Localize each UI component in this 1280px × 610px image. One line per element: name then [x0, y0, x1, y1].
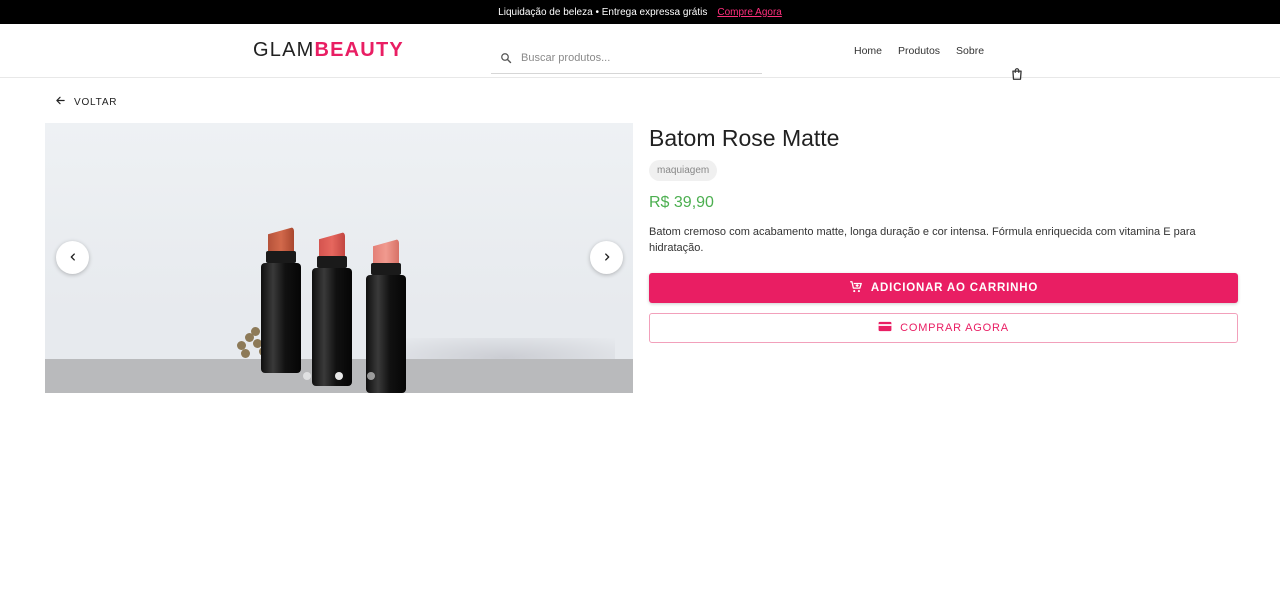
- promo-link[interactable]: Compre Agora: [717, 7, 781, 18]
- add-shopping-cart-icon: [849, 280, 863, 297]
- carousel-prev-button[interactable]: [56, 241, 89, 274]
- chevron-left-icon: [68, 249, 78, 267]
- nav-home[interactable]: Home: [854, 45, 882, 57]
- buy-now-button[interactable]: COMPRAR AGORA: [649, 313, 1238, 343]
- carousel-dot[interactable]: [367, 372, 375, 380]
- nav-sobre[interactable]: Sobre: [956, 45, 984, 57]
- shopping-bag-icon[interactable]: [1010, 67, 1024, 86]
- carousel-indicators: [303, 372, 375, 380]
- product-image-carousel: [45, 123, 633, 393]
- promo-bar: Liquidação de beleza • Entrega expressa …: [0, 0, 1280, 24]
- back-label: VOLTAR: [74, 96, 118, 108]
- logo-beauty: BEAUTY: [314, 39, 404, 61]
- product-price: R$ 39,90: [649, 194, 714, 211]
- carousel-next-button[interactable]: [590, 241, 623, 274]
- search-input[interactable]: [521, 51, 751, 64]
- promo-text: Liquidação de beleza • Entrega expressa …: [498, 6, 708, 18]
- lipstick-image: [366, 239, 406, 393]
- add-to-cart-button[interactable]: ADICIONAR AO CARRINHO: [649, 273, 1238, 303]
- logo[interactable]: GLAMBEAUTY: [253, 39, 404, 62]
- main-nav: Home Produtos Sobre: [854, 45, 984, 57]
- carousel-dot[interactable]: [335, 372, 343, 380]
- back-button[interactable]: VOLTAR: [55, 95, 117, 109]
- site-header: GLAMBEAUTY Home Produtos Sobre: [0, 24, 1280, 80]
- buy-now-label: COMPRAR AGORA: [900, 322, 1009, 334]
- logo-glam: GLAM: [253, 39, 315, 61]
- product-details: Batom Rose Matte maquiagem R$ 39,90 Bato…: [649, 123, 1238, 343]
- category-chip: maquiagem: [649, 160, 718, 181]
- chevron-right-icon: [602, 249, 612, 267]
- nav-produtos[interactable]: Produtos: [898, 45, 940, 57]
- product-title: Batom Rose Matte: [649, 125, 840, 151]
- carousel-dot[interactable]: [303, 372, 311, 380]
- add-to-cart-label: ADICIONAR AO CARRINHO: [870, 282, 1039, 294]
- arrow-left-icon: [55, 95, 66, 109]
- lipstick-image: [261, 227, 301, 373]
- product-description: Batom cremoso com acabamento matte, long…: [649, 226, 1196, 254]
- search-bar: [491, 42, 762, 74]
- credit-card-icon: [878, 321, 892, 335]
- lipstick-image: [312, 232, 352, 386]
- search-icon: [491, 52, 521, 64]
